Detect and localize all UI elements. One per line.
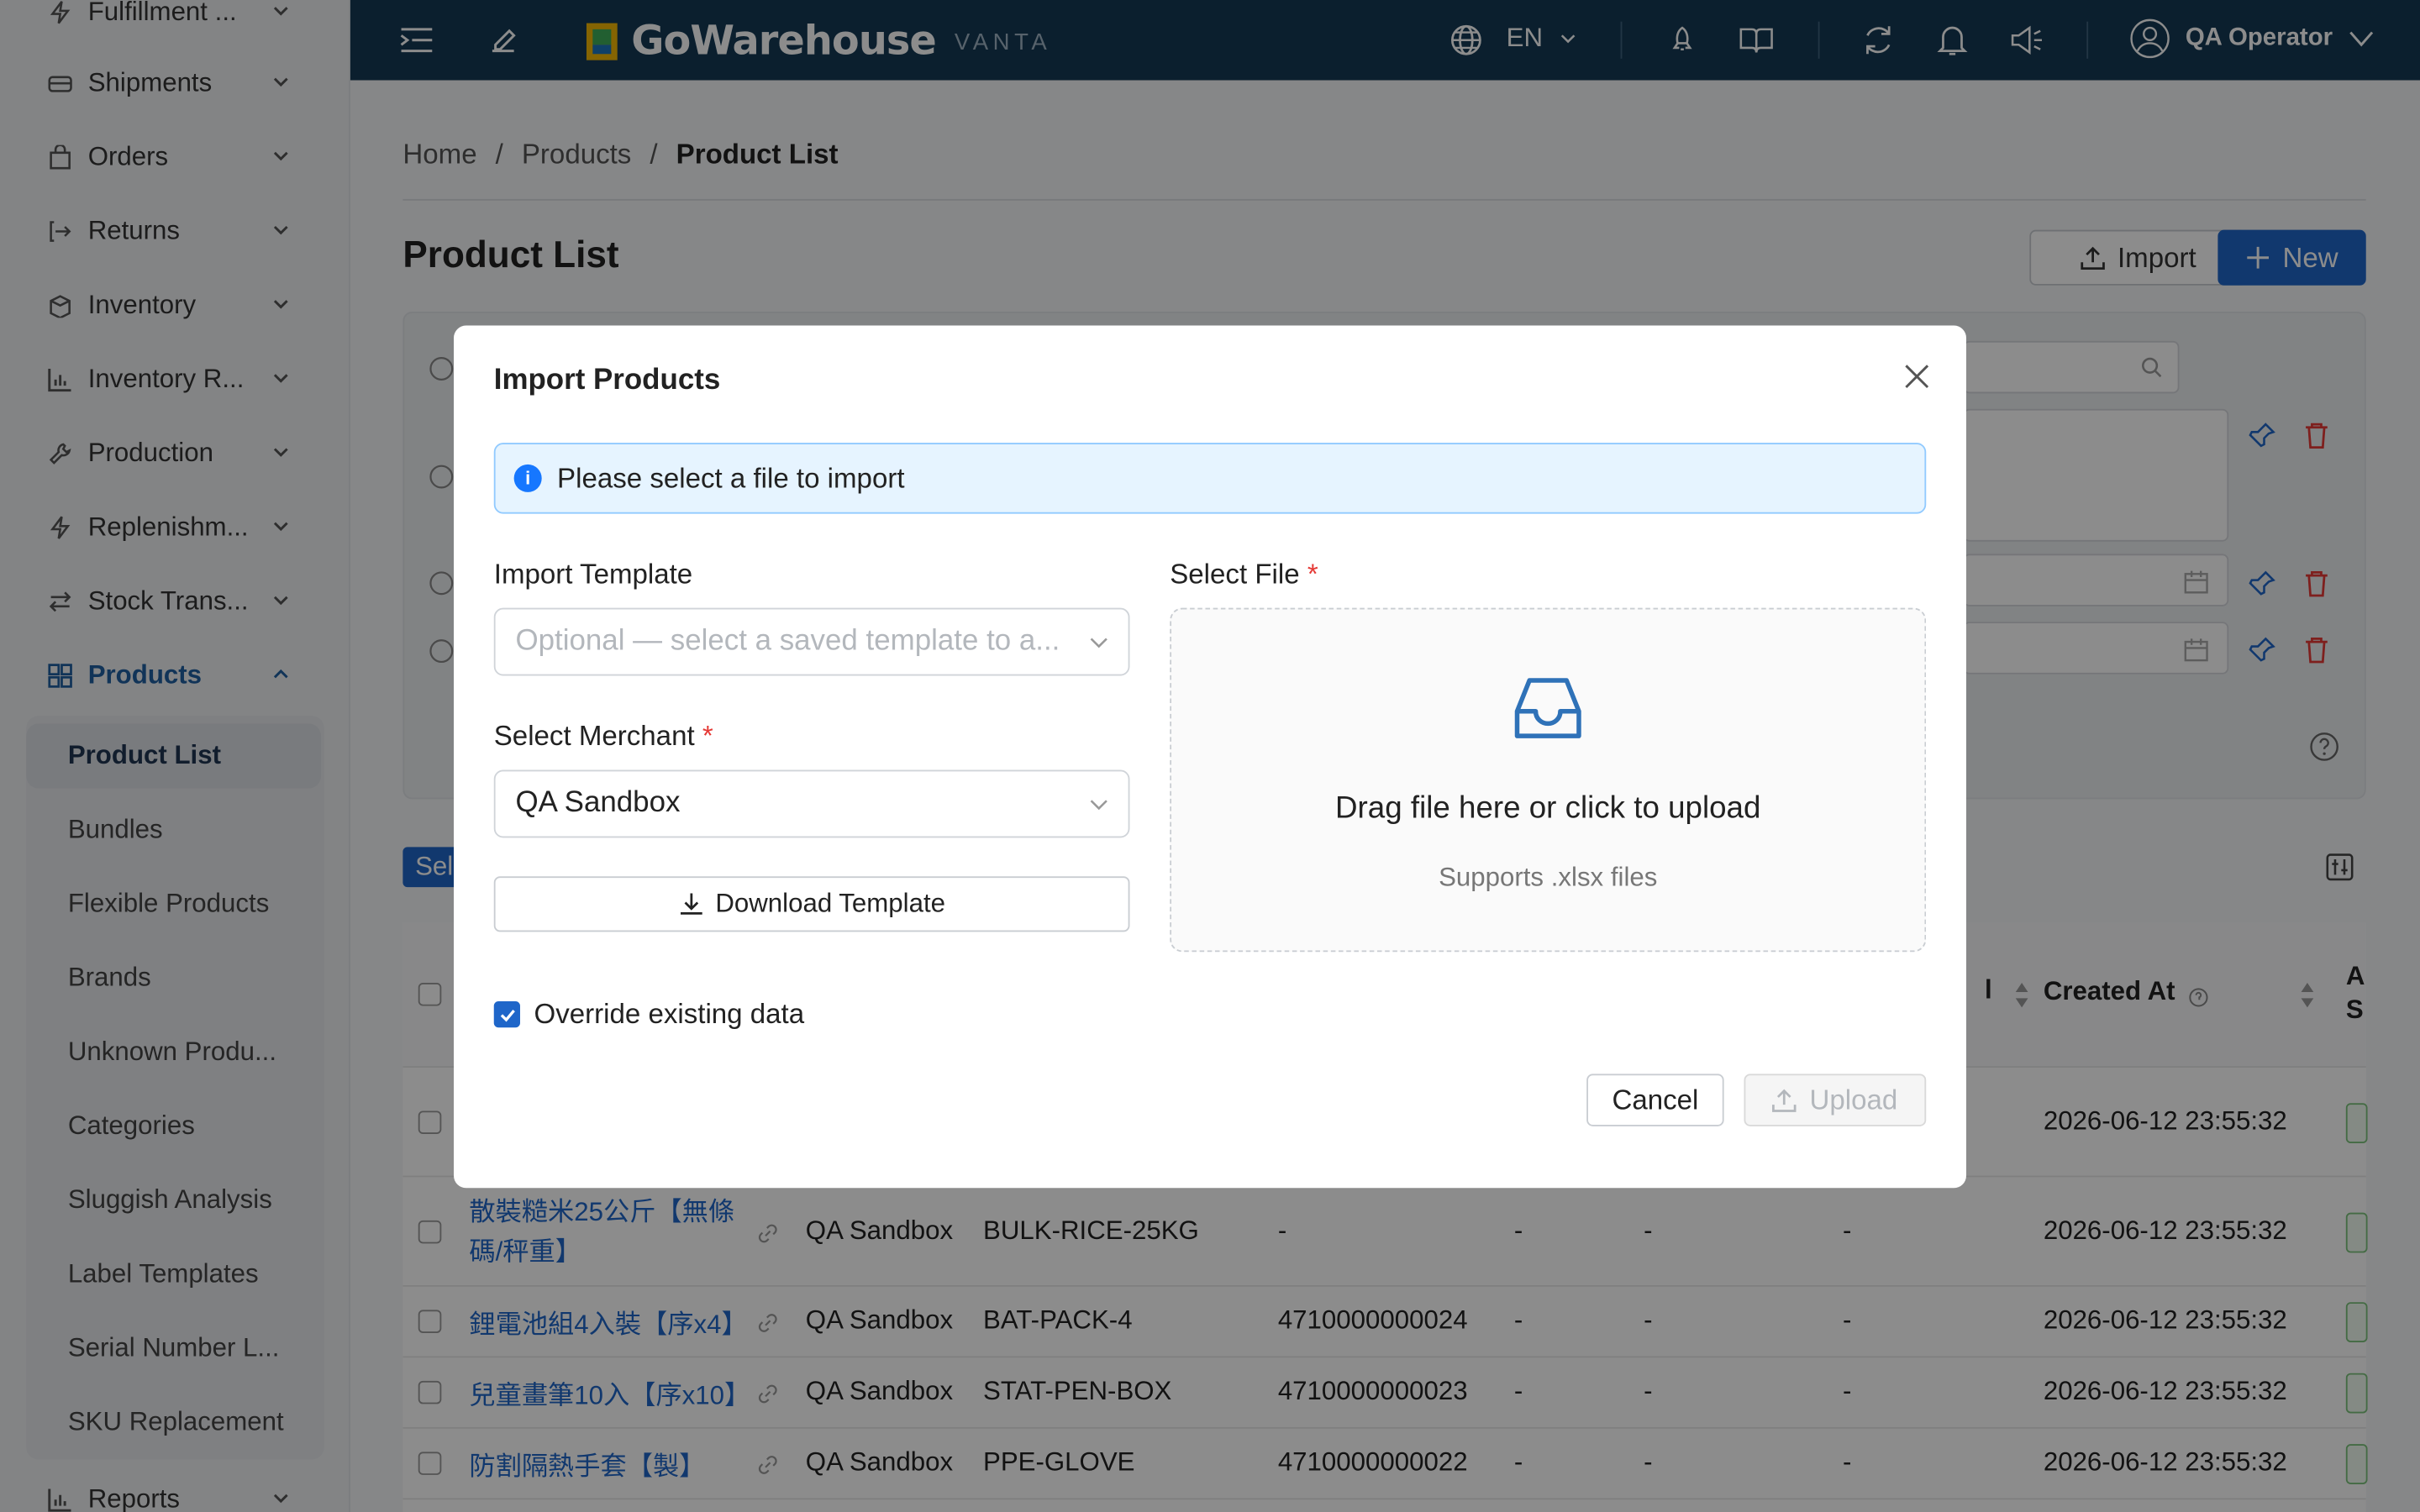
app-root: Fulfillment ... Shipments Orders Returns Inv… <box>0 0 2420 1512</box>
upload-icon <box>1772 1089 1797 1112</box>
override-label: Override existing data <box>534 998 805 1030</box>
drag-text: Drag file here or click to upload <box>1335 791 1761 826</box>
select-merchant-label: Select Merchant * <box>494 721 713 753</box>
close-icon[interactable] <box>1902 361 1933 392</box>
download-template-label: Download Template <box>715 888 945 918</box>
select-merchant-label-text: Select Merchant <box>493 720 695 752</box>
override-checkbox[interactable] <box>493 1001 520 1028</box>
file-upload-dropzone[interactable]: Drag file here or click to upload Suppor… <box>1170 607 1927 953</box>
modal-title: Import Products <box>493 364 721 397</box>
cancel-button[interactable]: Cancel <box>1586 1074 1724 1126</box>
chevron-down-icon <box>1090 800 1107 811</box>
cancel-button-label: Cancel <box>1612 1084 1699 1116</box>
info-alert-text: Please select a file to import <box>557 462 905 493</box>
download-icon <box>680 893 702 915</box>
info-icon: i <box>513 464 542 492</box>
upload-button-label: Upload <box>1809 1084 1898 1116</box>
upload-button[interactable]: Upload <box>1744 1074 1927 1126</box>
select-file-label-text: Select File <box>1170 558 1300 590</box>
chevron-down-icon <box>1090 638 1107 648</box>
inbox-icon <box>1514 678 1581 738</box>
import-products-modal: Import Products i Please select a file t… <box>454 325 1966 1189</box>
supports-text: Supports .xlsx files <box>1439 862 1658 892</box>
import-template-label: Import Template <box>493 558 693 590</box>
merchant-select[interactable]: QA Sandbox <box>493 769 1130 838</box>
merchant-select-value: QA Sandbox <box>515 786 681 820</box>
import-template-placeholder: Optional — select a saved template to a.… <box>515 624 1060 658</box>
info-alert: i Please select a file to import <box>493 443 1927 514</box>
import-template-select[interactable]: Optional — select a saved template to a.… <box>493 607 1130 676</box>
required-mark: * <box>1307 558 1318 590</box>
check-icon <box>499 1009 514 1021</box>
download-template-button[interactable]: Download Template <box>493 876 1130 932</box>
select-file-label: Select File * <box>1170 559 1318 591</box>
override-checkbox-row[interactable]: Override existing data <box>493 998 805 1031</box>
required-mark: * <box>702 720 713 752</box>
